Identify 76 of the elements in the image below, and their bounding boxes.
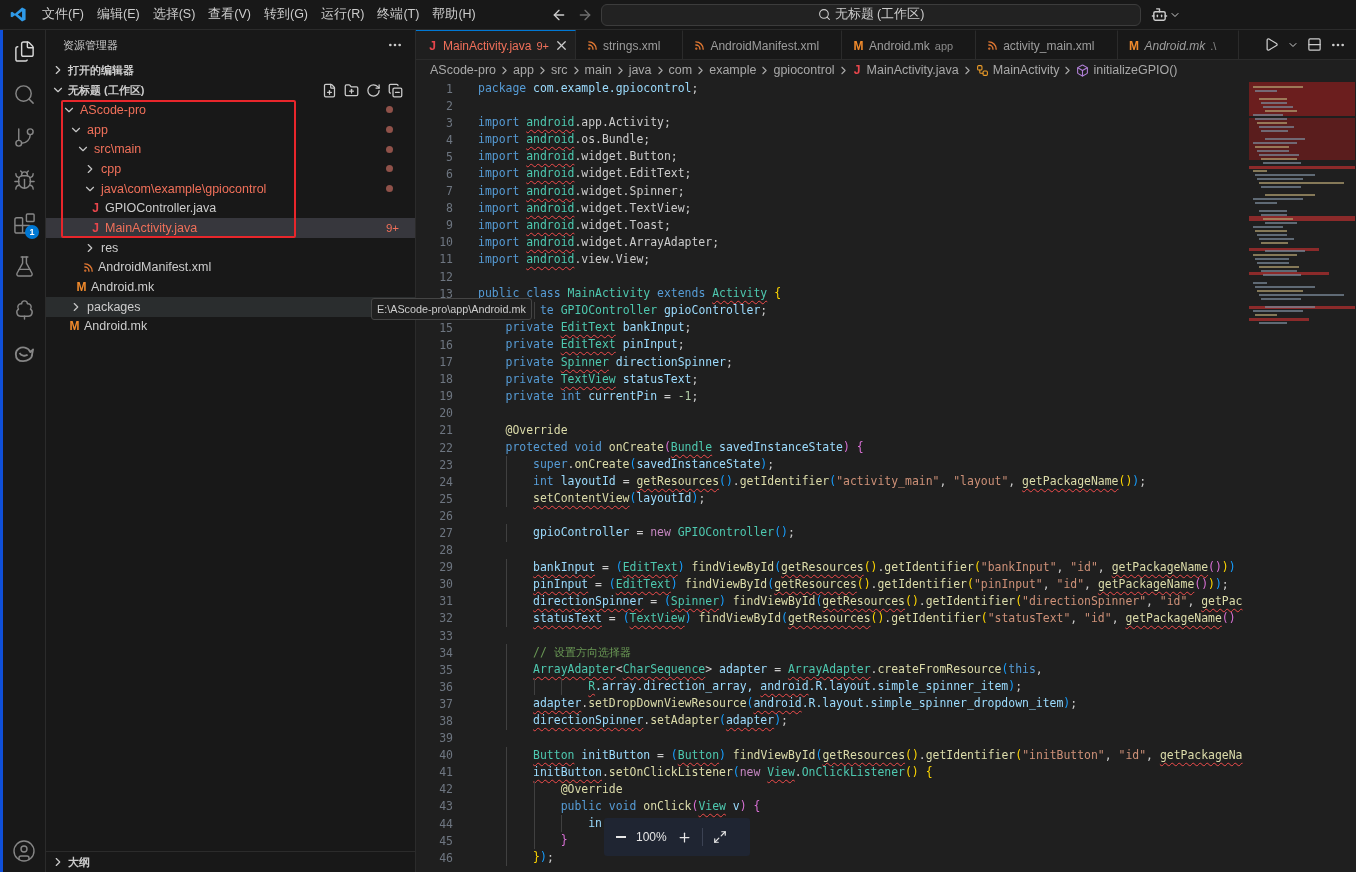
line-number: 12 <box>438 269 453 284</box>
line-number: 42 <box>438 782 453 797</box>
line-number: 20 <box>438 406 453 421</box>
line-number: 43 <box>438 799 453 814</box>
line-number: 22 <box>438 440 453 455</box>
path-tooltip: E:\AScode-pro\app\Android.mk <box>371 298 532 320</box>
line-number: 6 <box>445 167 453 181</box>
line-number: 46 <box>438 850 453 865</box>
line-number: 8 <box>445 201 453 216</box>
line-number: 30 <box>438 577 453 592</box>
file-type-icon: J <box>90 220 101 235</box>
line-number: 32 <box>438 611 453 626</box>
file-type-icon: M <box>76 280 87 295</box>
line-number: 18 <box>438 372 453 387</box>
code-line: private EditText pinInput; <box>504 336 685 354</box>
line-number: 39 <box>438 731 453 746</box>
line-number: 25 <box>438 491 453 506</box>
line-number: 33 <box>438 628 453 643</box>
code-line: import android.widget.EditText; <box>478 165 692 183</box>
line-number: 35 <box>438 662 453 677</box>
line-number: 36 <box>438 679 453 694</box>
code-line: import android.widget.Toast; <box>478 216 671 234</box>
line-number: 44 <box>438 816 453 831</box>
problem-count: 9+ <box>536 39 550 52</box>
line-number: 11 <box>438 252 453 267</box>
file-type-icon: J <box>851 63 863 77</box>
file-type-icon: J <box>427 38 438 53</box>
line-number: 41 <box>438 765 453 780</box>
line-number: 9 <box>445 218 453 233</box>
line-number: 23 <box>438 457 453 472</box>
zoom-level: 100% <box>636 830 667 844</box>
line-number: 31 <box>438 594 453 609</box>
code-line: import android.os.Bundle; <box>478 131 651 149</box>
line-number: 21 <box>438 423 453 438</box>
code-line: import android.widget.Button; <box>478 148 678 166</box>
line-number: 17 <box>438 355 453 370</box>
line-number: 34 <box>438 645 453 660</box>
file-type-icon: M <box>853 38 865 53</box>
code-line: private Spinner directionSpinner; <box>504 353 733 371</box>
line-number: 19 <box>438 389 453 404</box>
code-line: import android.widget.TextView; <box>478 199 692 217</box>
file-type-icon: M <box>1128 38 1140 53</box>
line-number: 24 <box>438 474 453 489</box>
line-number: 3 <box>445 115 453 130</box>
code-line: import android.widget.Spinner; <box>478 182 685 200</box>
line-number: 26 <box>438 508 453 523</box>
line-number: 37 <box>438 696 453 711</box>
line-number: 45 <box>438 833 453 848</box>
code-line: package com.example.gpiocontrol; <box>478 80 699 97</box>
code-line: import android.app.Activity; <box>478 114 671 132</box>
code-line: private TextView statusText; <box>504 370 699 388</box>
line-number: 5 <box>445 149 453 164</box>
line-number: 29 <box>438 560 453 575</box>
file-type-icon: J <box>90 201 101 216</box>
code-line: private EditText bankInput; <box>504 319 692 337</box>
line-number: 10 <box>438 235 453 250</box>
code-line: private int currentPin = -1; <box>504 387 699 405</box>
line-number: 1 <box>445 81 453 96</box>
panel-title: 资源管理器 <box>63 37 118 53</box>
code-line: protected void onCreate(Bundle savedInstanceState) { <box>504 438 864 456</box>
line-number: 4 <box>445 132 453 147</box>
code-line: import android.widget.ArrayAdapter; <box>478 233 719 251</box>
line-number: 38 <box>438 714 453 728</box>
file-type-icon: M <box>69 319 80 334</box>
line-number: 28 <box>438 543 453 558</box>
line-number: 7 <box>445 184 453 199</box>
line-number: 27 <box>438 526 453 540</box>
code-line: @Override <box>504 421 568 439</box>
line-number: 16 <box>438 337 453 352</box>
problem-count: 9+ <box>385 221 399 234</box>
line-number: 2 <box>445 98 453 113</box>
code-line: import android.view.View; <box>478 250 651 268</box>
line-number: 13 <box>438 286 453 301</box>
count-badge: 1 <box>25 225 39 239</box>
line-number: 15 <box>438 320 453 335</box>
line-number: 40 <box>438 748 453 763</box>
